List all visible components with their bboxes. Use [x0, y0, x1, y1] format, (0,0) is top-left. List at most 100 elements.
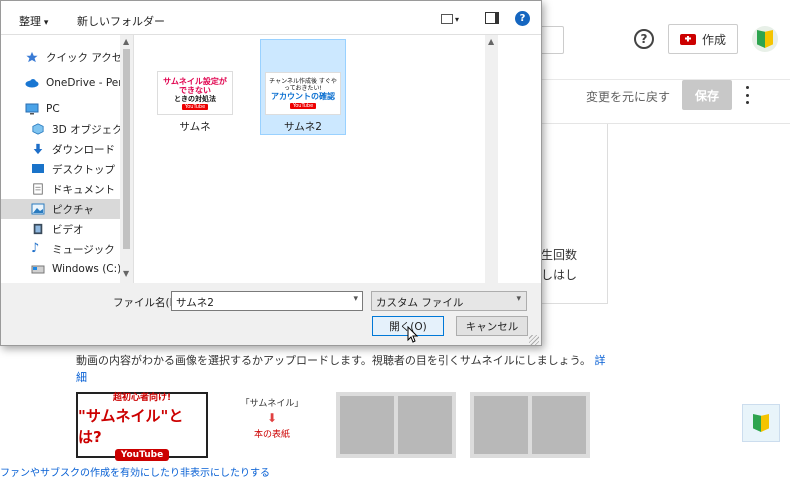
file-thumb-line2: できない: [179, 85, 211, 95]
desktop-icon: [32, 164, 44, 173]
cloud-icon: [25, 79, 39, 88]
nav-label: ドキュメント: [52, 183, 115, 196]
navigation-pane: クイック アクセス OneDrive - Persor PC 3D オブジェクト…: [1, 35, 134, 283]
file-thumb-line1: サムネイル設定が: [163, 76, 227, 86]
video-camera-icon: [679, 33, 696, 45]
file-thumb-badge: YouTube: [289, 103, 317, 109]
thumbnail-option-4[interactable]: [470, 392, 590, 458]
nav-item-music[interactable]: ♪ ミュージック: [1, 239, 121, 259]
thumb2-line1: 「サムネイル」: [240, 399, 304, 409]
file-thumb-line3: ときの対処法: [174, 94, 216, 103]
nav-label: デスクトップ: [52, 163, 115, 176]
create-label: 作成: [701, 32, 726, 47]
filetype-value: カスタム ファイル: [376, 297, 464, 309]
scroll-down-icon[interactable]: ▼: [123, 269, 129, 278]
file-item-selected[interactable]: チャンネル作成後 すぐやっておきたい! アカウントの確認 YouTube サムネ…: [260, 39, 346, 135]
help-icon[interactable]: ?: [634, 29, 654, 49]
chevron-down-icon[interactable]: ▾: [353, 294, 358, 304]
nav-label: クイック アクセス: [46, 51, 121, 64]
file-thumb-line2: アカウントの確認: [271, 92, 335, 101]
document-icon: [33, 183, 43, 195]
nav-item-quick-access[interactable]: クイック アクセス: [1, 47, 121, 67]
photo-placeholder: [340, 396, 394, 454]
card-line-1: 生回数: [541, 248, 578, 262]
view-options-icon[interactable]: ▾: [441, 13, 463, 25]
photo-placeholder: [532, 396, 586, 454]
thumbnail-option-2[interactable]: 「サムネイル」 ⬇ 本の表紙: [222, 392, 322, 458]
nav-scrollbar-thumb[interactable]: [123, 49, 130, 249]
nav-item-desktop[interactable]: デスクトップ: [1, 159, 121, 179]
pictures-icon: [31, 203, 45, 215]
filename-value: サムネ2: [176, 297, 214, 309]
down-arrow-icon: ⬇: [266, 411, 278, 425]
cancel-button[interactable]: キャンセル: [456, 316, 528, 336]
nav-label: ダウンロード: [52, 143, 115, 156]
file-thumb-line1: チャンネル作成後 すぐやっておきたい!: [269, 78, 337, 92]
nav-label: ピクチャ: [52, 203, 94, 216]
nav-item-pictures[interactable]: ピクチャ: [1, 199, 121, 219]
card-text: 生回数 しはし: [541, 245, 577, 285]
drive-icon: [31, 265, 45, 274]
filename-input[interactable]: サムネ2 ▾: [171, 291, 363, 311]
more-options-icon[interactable]: [744, 86, 750, 104]
thumbnail-description: 動画の内容がわかる画像を選択するかアップロードします。視聴者の目を引くサムネイル…: [76, 352, 606, 386]
preview-pane-icon[interactable]: [485, 12, 499, 24]
avatar[interactable]: [752, 26, 778, 52]
file-list: サムネイル設定が できない ときの対処法 YouTube サムネ チャンネル作成…: [134, 35, 541, 283]
nav-label: ビデオ: [52, 223, 84, 236]
thumb1-line2: "サムネイル"とは?: [78, 406, 184, 446]
filetype-select[interactable]: カスタム ファイル ▾: [371, 291, 527, 311]
nav-label: ミュージック: [52, 243, 115, 256]
create-button[interactable]: 作成: [668, 24, 738, 54]
file-item[interactable]: サムネイル設定が できない ときの対処法 YouTube サムネ: [152, 39, 238, 135]
thumbnail-option-3[interactable]: [336, 392, 456, 458]
thumb2-line2: 本の表紙: [253, 430, 290, 440]
search-box-edge[interactable]: [540, 26, 564, 54]
nav-label: 3D オブジェクト: [52, 123, 121, 136]
nav-item-documents[interactable]: ドキュメント: [1, 179, 121, 199]
beginner-mark-icon: [757, 30, 773, 48]
card-line-2: しはし: [541, 268, 578, 282]
file-thumbnail: チャンネル作成後 すぐやっておきたい! アカウントの確認 YouTube: [265, 72, 341, 115]
video-icon: [33, 223, 43, 235]
help-icon[interactable]: ?: [515, 11, 530, 26]
nav-item-videos[interactable]: ビデオ: [1, 219, 121, 239]
thumb1-badge: YouTube: [114, 448, 170, 461]
nav-item-onedrive[interactable]: OneDrive - Persor: [1, 73, 121, 93]
cube-icon: [32, 123, 44, 135]
file-list-scrollbar[interactable]: ▲: [485, 35, 541, 283]
save-button[interactable]: 保存: [682, 80, 732, 110]
thumb1-line1: 超初心者向け!: [112, 392, 172, 403]
resize-grip[interactable]: [529, 335, 539, 345]
file-thumb-badge: YouTube: [181, 103, 209, 110]
file-scrollbar-track[interactable]: ▲: [485, 35, 498, 283]
scroll-up-icon[interactable]: ▲: [123, 37, 129, 46]
organize-button[interactable]: 整理: [19, 13, 48, 29]
nav-item-windows-c[interactable]: Windows (C:): [1, 259, 121, 279]
star-icon: [26, 51, 38, 63]
thumbnail-option-1[interactable]: 超初心者向け! "サムネイル"とは? YouTube: [76, 392, 208, 461]
nav-scrollbar[interactable]: ▲ ▼: [120, 35, 133, 283]
nav-label: PC: [46, 103, 60, 115]
mouse-cursor-icon: [407, 326, 419, 343]
thumbnail-description-text: 動画の内容がわかる画像を選択するかアップロードします。視聴者の目を引くサムネイル…: [76, 354, 592, 367]
nav-label: Windows (C:): [52, 263, 121, 275]
undo-changes-button[interactable]: 変更を元に戻す: [586, 88, 670, 105]
photo-placeholder: [398, 396, 452, 454]
music-icon: ♪: [31, 241, 40, 256]
download-icon: [33, 143, 43, 155]
beginner-mark-icon: [753, 414, 769, 432]
scroll-up-icon[interactable]: ▲: [488, 37, 494, 46]
file-thumbnail: サムネイル設定が できない ときの対処法 YouTube: [157, 71, 233, 115]
nav-item-downloads[interactable]: ダウンロード: [1, 139, 121, 159]
bottom-link[interactable]: ファンやサブスクの作成を有効にしたり非表示にしたりする: [0, 464, 270, 479]
file-name: サムネ2: [284, 121, 322, 133]
thumbnail-options: 超初心者向け! "サムネイル"とは? YouTube 「サムネイル」 ⬇ 本の表…: [76, 392, 590, 462]
chevron-down-icon: ▾: [516, 294, 521, 304]
new-folder-button[interactable]: 新しいフォルダー: [77, 13, 165, 29]
beginner-mark-badge: [742, 404, 780, 442]
nav-item-3d-objects[interactable]: 3D オブジェクト: [1, 119, 121, 139]
computer-icon: [25, 103, 39, 115]
photo-placeholder: [474, 396, 528, 454]
nav-item-pc[interactable]: PC: [1, 99, 121, 119]
